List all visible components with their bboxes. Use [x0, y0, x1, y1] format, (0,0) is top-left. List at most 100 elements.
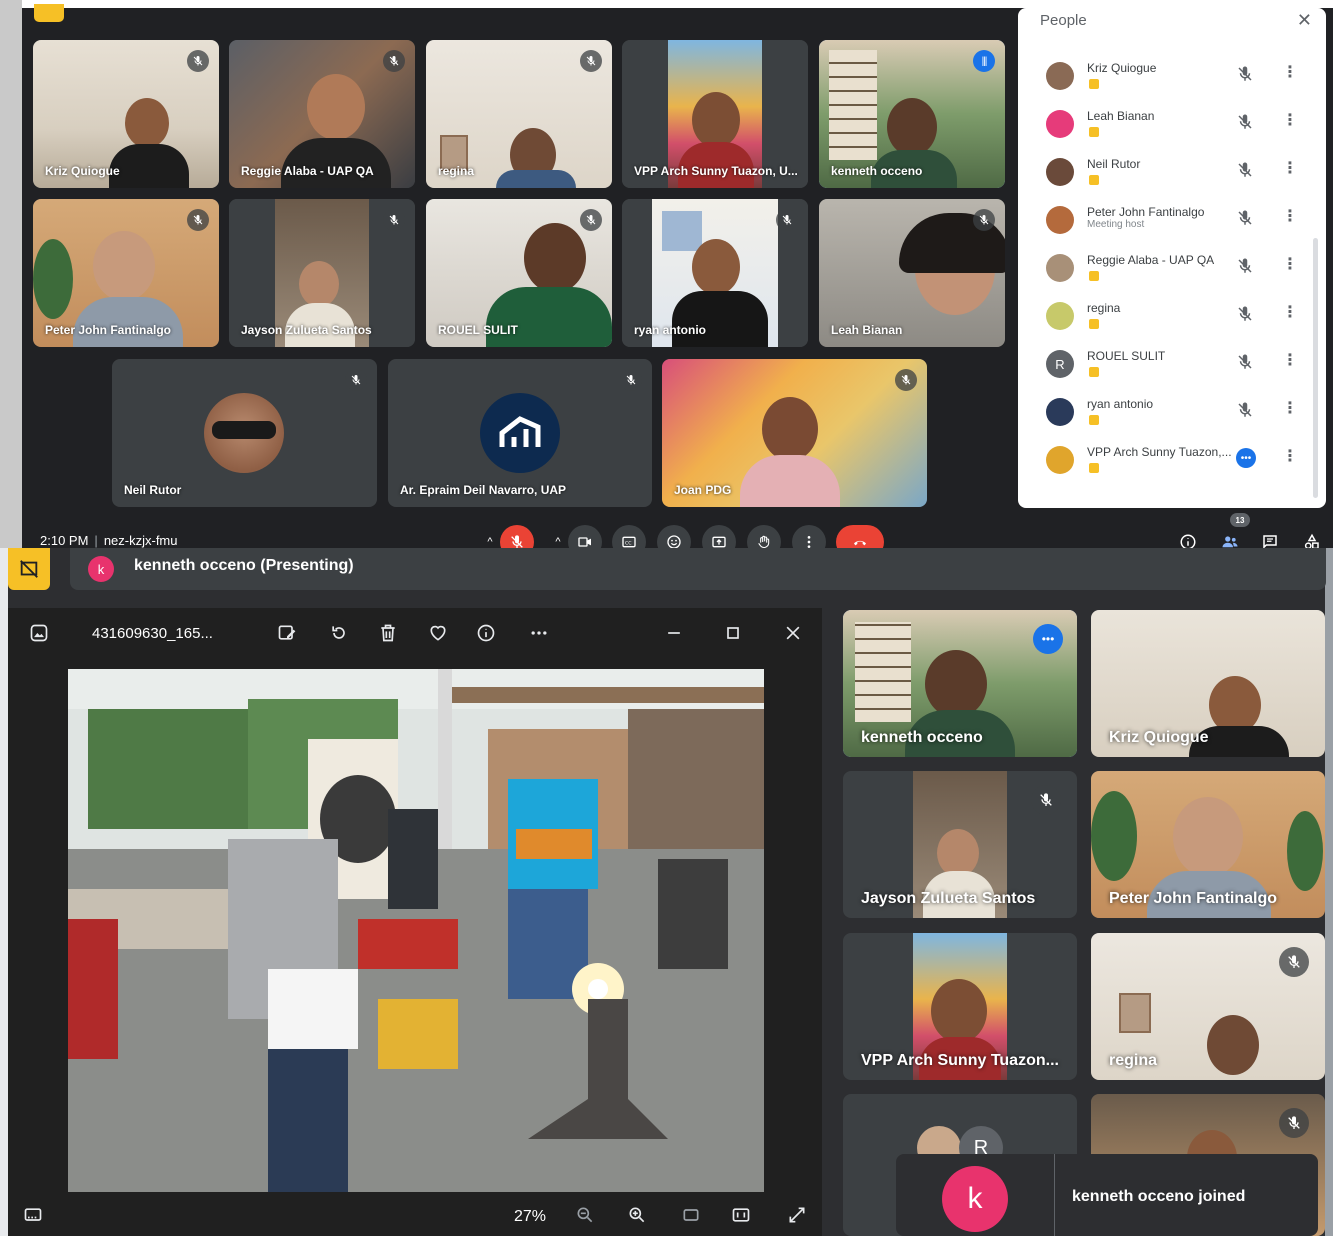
mic-off-icon: [1279, 947, 1309, 977]
delete-icon[interactable]: [377, 622, 399, 644]
more-options-dots-icon[interactable]: •••: [1033, 624, 1063, 654]
shoji-window: [855, 622, 911, 722]
participant-name: ROUEL SULIT: [1087, 349, 1166, 363]
favorite-heart-icon[interactable]: [427, 622, 449, 644]
info-icon[interactable]: [475, 622, 497, 644]
video-tile[interactable]: regina: [426, 40, 612, 188]
participant-name: Kriz Quiogue: [1087, 61, 1157, 75]
maximize-icon[interactable]: [722, 622, 744, 644]
video-tile[interactable]: Jayson Zulueta Santos: [843, 771, 1077, 918]
participant-row[interactable]: Kriz Quiogue ⋮: [1046, 56, 1308, 100]
participant-name: Jayson Zulueta Santos: [861, 890, 1036, 907]
top-meet-window: Kriz Quiogue Reggie Alaba - UAP QA regin…: [0, 0, 1333, 560]
more-vert-icon[interactable]: ⋮: [1282, 398, 1298, 418]
people-scrollbar[interactable]: [1313, 238, 1318, 498]
participant-avatar: R: [1046, 350, 1074, 378]
person-head: [937, 829, 979, 877]
more-vert-icon[interactable]: ⋮: [1282, 350, 1298, 370]
toast-divider: [1054, 1154, 1055, 1236]
zoom-level: 27%: [514, 1208, 547, 1225]
video-tile[interactable]: Leah Bianan: [819, 199, 1005, 347]
person-shirt: [281, 138, 391, 188]
video-tile[interactable]: regina: [1091, 933, 1325, 1080]
person-head: [125, 98, 169, 148]
video-tile[interactable]: Neil Rutor: [112, 359, 377, 507]
viewer-bottom-bar: 27%: [8, 1196, 822, 1236]
participant-name: Neil Rutor: [124, 483, 182, 497]
meeting-info-separator: |: [94, 533, 98, 548]
edit-image-icon[interactable]: [276, 622, 298, 644]
fit-to-window-icon[interactable]: [680, 1204, 702, 1226]
participant-name: Neil Rutor: [1087, 157, 1141, 171]
video-tile[interactable]: ROUEL SULIT: [426, 199, 612, 347]
participant-row[interactable]: Peter John Fantinalgo Meeting host ⋮: [1046, 200, 1308, 244]
mic-off-icon: [1236, 305, 1254, 323]
app-corner-badge: [34, 4, 64, 22]
participant-row[interactable]: R ROUEL SULIT ⋮: [1046, 344, 1308, 388]
fullscreen-icon[interactable]: [786, 1204, 808, 1226]
participant-badge: [1089, 175, 1099, 185]
participant-name: Reggie Alaba - UAP QA: [241, 164, 374, 178]
rotate-icon[interactable]: [328, 622, 350, 644]
meeting-time: 2:10 PM: [40, 533, 89, 548]
close-icon[interactable]: ✕: [1297, 10, 1312, 31]
mic-off-icon: [1236, 209, 1254, 227]
video-tile[interactable]: Ar. Epraim Deil Navarro, UAP: [388, 359, 652, 507]
more-vert-icon[interactable]: ⋮: [1282, 446, 1298, 466]
video-tile[interactable]: Kriz Quiogue: [33, 40, 219, 188]
video-tile[interactable]: ryan antonio: [622, 199, 808, 347]
person-head: [692, 92, 740, 148]
more-vert-icon[interactable]: ⋮: [1282, 158, 1298, 178]
presenter-avatar: k: [88, 556, 114, 582]
more-horizontal-icon[interactable]: [528, 622, 550, 644]
more-vert-icon[interactable]: ⋮: [1282, 110, 1298, 130]
presenting-meet-window: k kenneth occeno (Presenting) 431609630_…: [0, 548, 1333, 1236]
participant-name: regina: [438, 164, 475, 178]
participant-badge: [1089, 271, 1099, 281]
person-shirt: [496, 170, 576, 188]
minimize-icon[interactable]: [663, 622, 685, 644]
participant-row[interactable]: VPP Arch Sunny Tuazon,... ••• ⋮: [1046, 440, 1308, 484]
speaking-indicator-icon: |||: [973, 50, 995, 72]
video-tile[interactable]: Kriz Quiogue: [1091, 610, 1325, 757]
video-tile[interactable]: VPP Arch Sunny Tuazon, U...: [622, 40, 808, 188]
person-head: [887, 98, 937, 156]
mic-off-icon: [1236, 65, 1254, 83]
mic-off-icon: [383, 50, 405, 72]
participant-row[interactable]: ryan antonio ⋮: [1046, 392, 1308, 436]
plant: [1091, 791, 1137, 881]
close-icon[interactable]: [782, 622, 804, 644]
participant-avatar: [1046, 446, 1074, 474]
participant-name: Leah Bianan: [831, 323, 903, 337]
zoom-out-icon[interactable]: [574, 1204, 596, 1226]
filmstrip-icon[interactable]: [22, 1204, 44, 1226]
participant-row[interactable]: Leah Bianan ⋮: [1046, 104, 1308, 148]
more-vert-icon[interactable]: ⋮: [1282, 302, 1298, 322]
participant-avatar: [1046, 158, 1074, 186]
participant-row[interactable]: Neil Rutor ⋮: [1046, 152, 1308, 196]
speaking-indicator-icon: •••: [1236, 448, 1256, 468]
video-tile[interactable]: VPP Arch Sunny Tuazon...: [843, 933, 1077, 1080]
zoom-in-icon[interactable]: [626, 1204, 648, 1226]
video-tile[interactable]: Joan PDG: [662, 359, 927, 507]
person-head: [762, 397, 818, 461]
video-tile[interactable]: Jayson Zulueta Santos: [229, 199, 415, 347]
file-name: 431609630_165...: [92, 625, 213, 642]
participant-row[interactable]: Reggie Alaba - UAP QA ⋮: [1046, 248, 1308, 292]
participant-name: ryan antonio: [634, 323, 707, 337]
participant-badge: [1089, 415, 1099, 425]
video-tile[interactable]: Reggie Alaba - UAP QA: [229, 40, 415, 188]
person-shirt: [672, 291, 768, 347]
video-tile[interactable]: Peter John Fantinalgo: [1091, 771, 1325, 918]
meeting-info: 2:10 PM | nez-kzjx-fmu: [40, 533, 178, 548]
more-vert-icon[interactable]: ⋮: [1282, 254, 1298, 274]
more-vert-icon[interactable]: ⋮: [1282, 206, 1298, 226]
more-vert-icon[interactable]: ⋮: [1282, 62, 1298, 82]
video-tile-active-speaker[interactable]: ||| kenneth occeno: [819, 40, 1005, 188]
video-tile-active-speaker[interactable]: ••• kenneth occeno: [843, 610, 1077, 757]
actual-size-icon[interactable]: [730, 1204, 752, 1226]
video-tile[interactable]: Peter John Fantinalgo: [33, 199, 219, 347]
mic-off-icon: [580, 209, 602, 231]
mic-off-icon: [1236, 401, 1254, 419]
participant-row[interactable]: regina ⋮: [1046, 296, 1308, 340]
